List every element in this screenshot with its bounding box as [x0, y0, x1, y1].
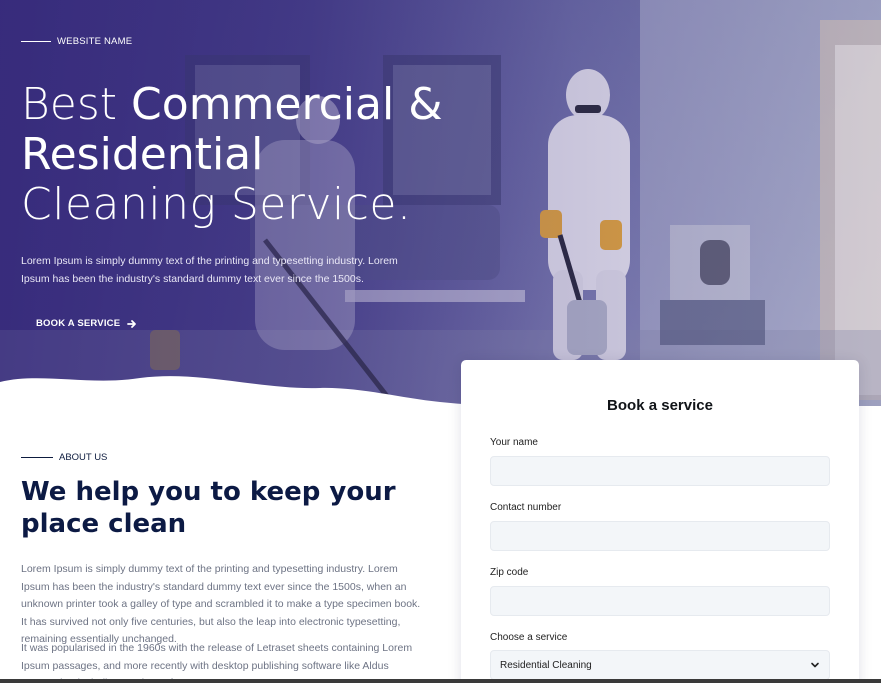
- contact-number-input[interactable]: [490, 521, 830, 551]
- booking-form-card: Book a service Your name Contact number …: [461, 360, 859, 683]
- hero-title-light: Best: [21, 79, 132, 130]
- zip-code-input[interactable]: [490, 586, 830, 616]
- website-name[interactable]: WEBSITE NAME: [57, 36, 132, 47]
- chevron-down-icon: [811, 662, 819, 668]
- hero-title-bold: Commercial &: [131, 79, 443, 130]
- window-bottom-edge: [0, 679, 881, 683]
- about-divider-line: [21, 457, 53, 458]
- hero-description: Lorem Ipsum is simply dummy text of the …: [21, 255, 398, 285]
- about-paragraph-1: Lorem Ipsum is simply dummy text of the …: [21, 563, 421, 645]
- hero-title-line3: Cleaning Service.: [21, 179, 412, 230]
- service-selected-value: Residential Cleaning: [500, 659, 592, 671]
- book-a-service-button[interactable]: BOOK A SERVICE: [36, 318, 137, 329]
- brand-divider-line: [21, 41, 51, 42]
- hero-title-line2: Residential: [21, 129, 264, 180]
- zip-code-label: Zip code: [490, 567, 529, 578]
- brand: WEBSITE NAME: [21, 36, 132, 47]
- about-heading-row: ABOUT US: [21, 452, 107, 463]
- about-title: We help you to keep your place clean: [21, 477, 396, 539]
- booking-form-title: Book a service: [607, 397, 713, 414]
- name-label: Your name: [490, 437, 538, 448]
- about-paragraph-2: It was popularised in the 1960s with the…: [21, 642, 413, 683]
- contact-number-label: Contact number: [490, 502, 562, 513]
- about-label: ABOUT US: [59, 452, 108, 463]
- arrow-right-icon: [127, 319, 137, 328]
- name-input[interactable]: [490, 456, 830, 486]
- book-a-service-label: BOOK A SERVICE: [36, 318, 121, 329]
- service-label: Choose a service: [490, 632, 568, 643]
- service-select[interactable]: Residential Cleaning: [490, 650, 830, 680]
- hero-title: Best Commercial & Residential Cleaning S…: [21, 80, 443, 230]
- hero-section: WEBSITE NAME Best Commercial & Residenti…: [0, 0, 881, 420]
